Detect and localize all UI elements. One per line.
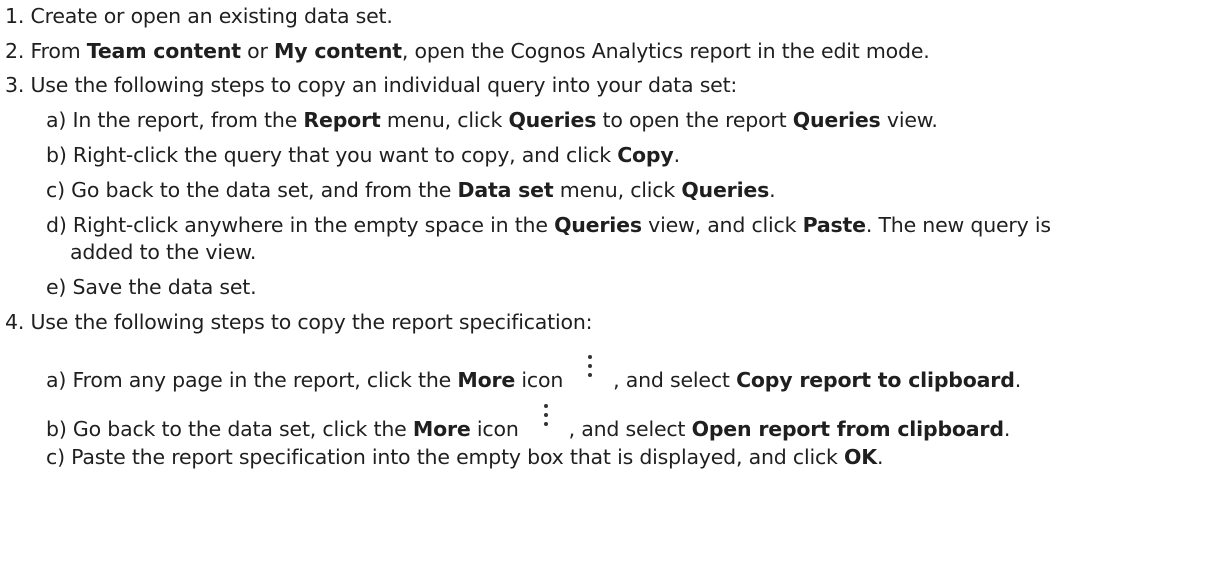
step-3a: a) In the report, from the Report menu, …	[46, 108, 938, 132]
step-3e: e) Save the data set.	[46, 275, 257, 299]
step-3: 3. Use the following steps to copy an in…	[5, 73, 738, 97]
step-2: 2. From Team content or My content, open…	[5, 39, 930, 63]
step-3c: c) Go back to the data set, and from the…	[46, 178, 776, 202]
step-3d: d) Right-click anywhere in the empty spa…	[46, 213, 1051, 237]
step-4c: c) Paste the report specification into t…	[46, 445, 884, 469]
step-4: 4. Use the following steps to copy the r…	[5, 310, 593, 334]
more-vertical-icon	[535, 404, 559, 438]
procedure-steps: 1. Create or open an existing data set. …	[0, 0, 1218, 567]
step-4b: b) Go back to the data set, click the Mo…	[46, 404, 1010, 442]
step-1: 1. Create or open an existing data set.	[5, 4, 393, 28]
step-4a: a) From any page in the report, click th…	[46, 355, 1021, 393]
step-3b: b) Right-click the query that you want t…	[46, 143, 680, 167]
step-3d-continued: added to the view.	[70, 240, 257, 264]
more-vertical-icon	[579, 355, 603, 389]
